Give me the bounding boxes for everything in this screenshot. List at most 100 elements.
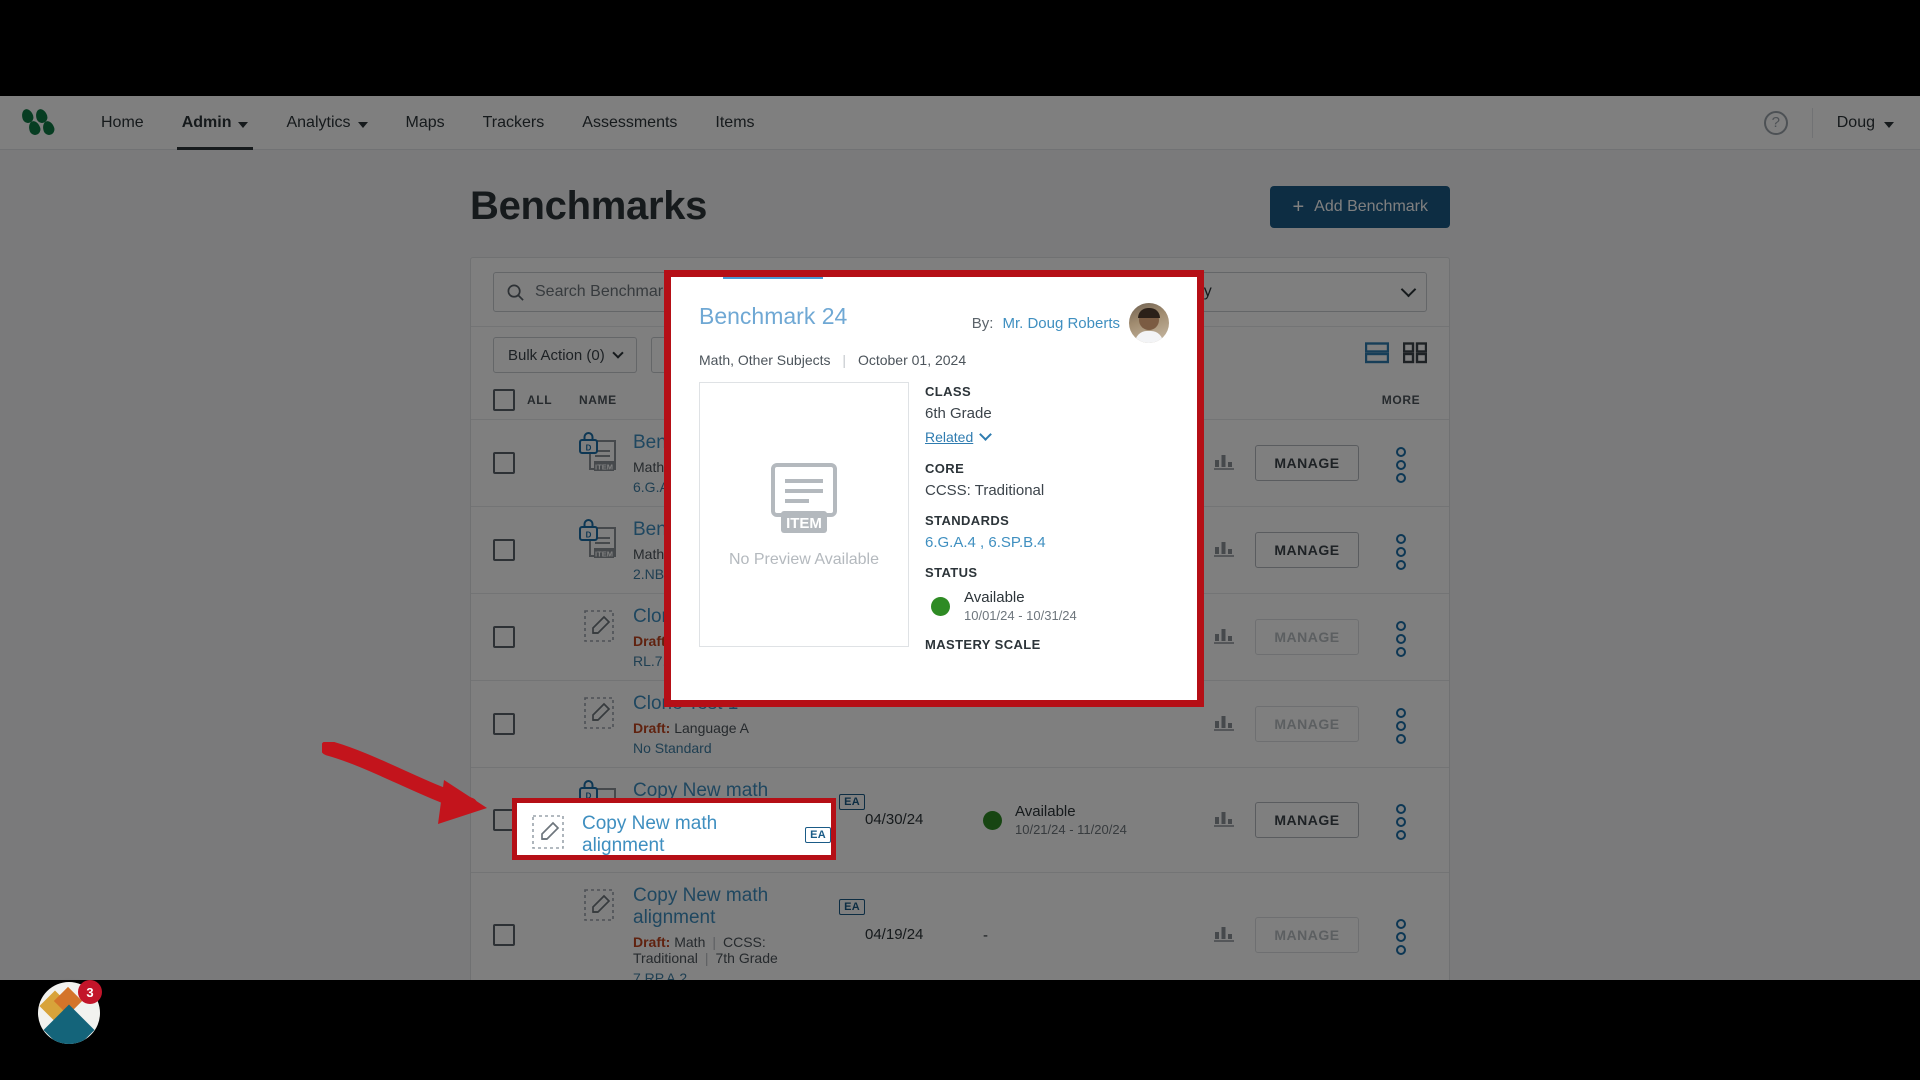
row-more-menu[interactable] bbox=[1396, 620, 1406, 657]
row-checkbox[interactable] bbox=[493, 924, 515, 946]
nav-label: Admin bbox=[181, 113, 232, 131]
row-meta-part: Math bbox=[633, 459, 665, 475]
row-standards[interactable]: No Standard bbox=[633, 740, 749, 756]
row-more-menu[interactable] bbox=[1396, 707, 1406, 744]
modal-tab-indicator bbox=[723, 277, 823, 279]
row-more-menu[interactable] bbox=[1396, 803, 1406, 840]
modal-author: By: Mr. Doug Roberts bbox=[972, 303, 1169, 343]
row-meta-part: Math bbox=[633, 546, 665, 562]
results-chart-icon[interactable] bbox=[1214, 924, 1234, 942]
results-chart-icon[interactable] bbox=[1214, 539, 1234, 557]
results-chart-icon[interactable] bbox=[1214, 452, 1234, 470]
nav-item-assessments[interactable]: Assessments bbox=[563, 96, 696, 150]
core-header: CORE bbox=[925, 461, 965, 476]
chevron-down-icon bbox=[612, 347, 624, 359]
nav-item-analytics[interactable]: Analytics bbox=[267, 96, 386, 150]
results-chart-icon[interactable] bbox=[1214, 809, 1234, 827]
related-toggle[interactable]: Related bbox=[925, 427, 993, 445]
avatar bbox=[1129, 303, 1169, 343]
bulk-action-dropdown[interactable]: Bulk Action (0) bbox=[493, 337, 637, 373]
chevron-down-icon bbox=[1400, 281, 1417, 297]
chevron-down-icon bbox=[979, 427, 993, 441]
draft-label: Draft: bbox=[633, 720, 671, 736]
nav-label: Analytics bbox=[286, 113, 351, 131]
view-toggle-group bbox=[1364, 341, 1428, 369]
row-status: - bbox=[983, 927, 1193, 944]
no-preview-label: No Preview Available bbox=[728, 550, 879, 568]
modal-title[interactable]: Benchmark 24 bbox=[699, 303, 847, 330]
user-name: Doug bbox=[1836, 113, 1875, 131]
add-benchmark-button[interactable]: + Add Benchmark bbox=[1270, 185, 1450, 228]
row-checkbox[interactable] bbox=[493, 539, 515, 561]
svg-text:D: D bbox=[586, 531, 592, 540]
modal-body: ITEM No Preview Available CLASS 6th Grad… bbox=[699, 382, 1169, 652]
nav-item-trackers[interactable]: Trackers bbox=[464, 96, 564, 150]
status-dot-green bbox=[983, 810, 1002, 830]
bulk-action-label: Bulk Action (0) bbox=[508, 346, 605, 364]
row-checkbox[interactable] bbox=[493, 713, 515, 735]
row-meta: Draft: Language A bbox=[633, 720, 749, 736]
user-menu[interactable]: Doug bbox=[1837, 114, 1894, 132]
nav-item-admin[interactable]: Admin bbox=[163, 96, 268, 150]
benchmark-preview-modal: Benchmark 24 By: Mr. Doug Roberts Math, … bbox=[664, 270, 1204, 707]
list-view-toggle[interactable] bbox=[1364, 341, 1390, 369]
row-more-menu[interactable] bbox=[1396, 918, 1406, 955]
red-arrow-annotation bbox=[322, 742, 487, 824]
benchmark-name-link[interactable]: Copy New math alignment bbox=[633, 885, 830, 929]
item-glyph-label: ITEM bbox=[786, 515, 822, 532]
row-more-menu[interactable] bbox=[1396, 446, 1406, 483]
author-link[interactable]: Mr. Doug Roberts bbox=[1002, 315, 1120, 332]
mastery-connect-logo[interactable] bbox=[20, 107, 56, 137]
row-more-menu[interactable] bbox=[1396, 533, 1406, 570]
benchmark-name-link[interactable]: Copy New math alignment bbox=[582, 813, 796, 855]
manage-button[interactable]: MANAGE bbox=[1255, 445, 1359, 481]
top-navigation-bar: Home Admin Analytics Maps Trackers Asses… bbox=[0, 96, 1920, 150]
nav-item-items[interactable]: Items bbox=[696, 96, 773, 150]
row-checkbox[interactable] bbox=[493, 452, 515, 474]
modal-subjects: Math, Other Subjects bbox=[699, 352, 831, 368]
row-checkbox[interactable] bbox=[493, 626, 515, 648]
help-icon[interactable]: ? bbox=[1763, 110, 1788, 135]
class-header: CLASS bbox=[925, 384, 972, 399]
plus-icon: + bbox=[1292, 195, 1305, 218]
manage-button[interactable]: MANAGE bbox=[1255, 802, 1359, 838]
draft-pencil-icon bbox=[529, 812, 569, 854]
status-label: - bbox=[983, 926, 988, 944]
nav-item-home[interactable]: Home bbox=[82, 96, 163, 150]
nav-label: Assessments bbox=[582, 113, 678, 131]
help-assistant-widget[interactable]: 3 bbox=[38, 980, 102, 1044]
grid-view-icon bbox=[1402, 341, 1428, 363]
status-label: Available bbox=[1015, 803, 1076, 820]
manage-button[interactable]: MANAGE bbox=[1255, 706, 1359, 742]
row-meta-part: Language A bbox=[674, 720, 749, 736]
chevron-down-icon bbox=[238, 121, 249, 128]
nav-label: Items bbox=[715, 113, 755, 131]
status-dates: 10/21/24 - 11/20/24 bbox=[1015, 822, 1127, 837]
by-label: By: bbox=[971, 314, 994, 332]
manage-button[interactable]: MANAGE bbox=[1255, 917, 1359, 953]
standards-value[interactable]: 6.G.A.4 , 6.SP.B.4 bbox=[925, 534, 1169, 551]
grid-view-toggle[interactable] bbox=[1402, 341, 1428, 369]
results-chart-icon[interactable] bbox=[1214, 626, 1234, 644]
ea-badge: EA bbox=[839, 899, 865, 915]
chevron-down-icon bbox=[357, 121, 368, 128]
draft-pencil-icon bbox=[579, 884, 619, 926]
select-all-checkbox[interactable] bbox=[493, 389, 515, 411]
nav-item-maps[interactable]: Maps bbox=[387, 96, 464, 150]
results-chart-icon[interactable] bbox=[1214, 713, 1234, 731]
table-row[interactable]: Copy New math alignment EA Draft: Math | C… bbox=[471, 873, 1449, 980]
draft-label: Draft: bbox=[633, 934, 671, 950]
row-meta-part: Math bbox=[674, 934, 706, 950]
row-standards[interactable]: 7.RP.A.2 bbox=[633, 970, 865, 980]
header-all: ALL bbox=[527, 393, 553, 407]
nav-items: Home Admin Analytics Maps Trackers Asses… bbox=[82, 96, 774, 150]
page-header: Benchmarks + Add Benchmark bbox=[470, 150, 1450, 229]
manage-button[interactable]: MANAGE bbox=[1255, 532, 1359, 568]
list-view-icon bbox=[1364, 341, 1390, 363]
manage-button[interactable]: MANAGE bbox=[1255, 619, 1359, 655]
locked-item-doc-icon: ITEM D bbox=[579, 518, 619, 560]
search-placeholder: Search Benchmarks bbox=[535, 283, 680, 300]
header-more: MORE bbox=[1381, 393, 1421, 407]
ea-badge: EA bbox=[839, 794, 865, 810]
row-status: Available 10/21/24 - 11/20/24 bbox=[983, 803, 1193, 837]
